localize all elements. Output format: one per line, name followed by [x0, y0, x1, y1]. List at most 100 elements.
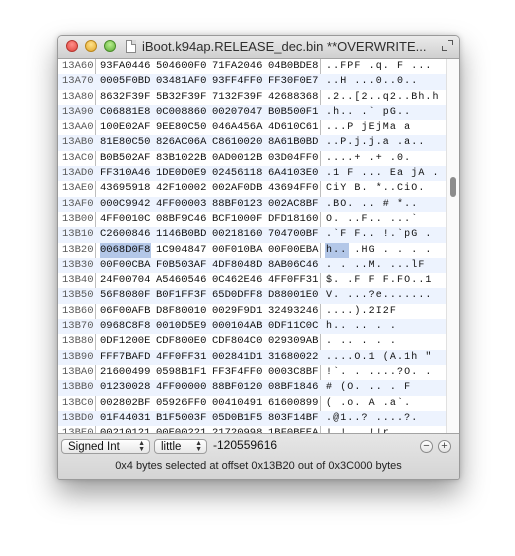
data-type-label: Signed Int [68, 441, 120, 453]
hex-byte-group: 31680022 [268, 350, 319, 363]
hex-row[interactable]: 13B30 00F00CBA F0B503AF 4DF8048D 8AB06C46 . .… [58, 257, 459, 274]
hex-row[interactable]: 13AA0 100E02AF 9EE80C50 046A456A 4D610C61...… [58, 120, 459, 135]
hex-row[interactable]: 13AC0 B0B502AF 83B1022B 0AD0012B 03D04FF0...… [58, 151, 459, 166]
remove-inspector-button[interactable]: − [420, 440, 433, 453]
row-offset: 13A70 [62, 75, 94, 88]
hex-byte-group: FF310A46 [100, 167, 151, 180]
row-offset: 13B90 [62, 350, 94, 363]
ascii-text: . . ..M. ...lF [326, 259, 426, 271]
hex-byte-group: FF3F4FF0 [212, 365, 263, 378]
hex-row[interactable]: 13BA0 21600499 0598B1F1 FF3F4FF0 0003C8BF !`.… [58, 365, 459, 380]
hex-byte-group: BCF1000F [212, 212, 263, 225]
hex-row[interactable]: 13BC0 002802BF 05926FF0 00410491 61600899 ( .… [58, 396, 459, 411]
close-window-button[interactable] [66, 40, 78, 52]
hex-row[interactable]: 13B00 4FF0010C 08BF9C46 BCF1000F DFD18160 O. … [58, 212, 459, 227]
hex-byte-group: 4FF00003 [156, 197, 207, 210]
row-offset: 13AD0 [62, 167, 94, 180]
ascii-text: ..FPF .q. F ... [326, 61, 433, 72]
endianness-popup[interactable]: little ▲ ▼ [154, 439, 207, 454]
hex-byte-group: 002841D1 [212, 350, 263, 363]
hex-byte-group: C8610020 [212, 136, 263, 149]
hex-byte-group: 8AB06C46 [268, 258, 319, 271]
row-offset: 13B10 [62, 228, 94, 241]
hex-row[interactable]: 13B90 FFF7BAFD 4FF0FF31 002841D1 31680022...… [58, 349, 459, 365]
hex-row[interactable]: 13AD0 FF310A46 1DE0D0E9 02456118 6A4103E0 .1 … [58, 166, 459, 182]
hex-row[interactable]: 13B10 C2600846 1146B0BD 00218160 704700BF .`F… [58, 227, 459, 243]
hex-byte-group: 03481AF0 [156, 75, 207, 88]
data-type-popup[interactable]: Signed Int ▲ ▼ [61, 439, 150, 454]
ascii-text: ..H ...0..0.. [326, 76, 419, 88]
ascii-text: CiY B. *..CiO. [326, 183, 426, 195]
hex-byte-group: 65D0DFF8 [212, 289, 263, 302]
hex-row[interactable]: 13AE0 43695918 42F10002 002AF0DB 43694FF0 CiY… [58, 181, 459, 196]
hex-byte-group: 0003C8BF [268, 365, 319, 378]
hex-byte-group: 00F00EBA [268, 243, 319, 256]
hex-byte-group: 029309AB [268, 335, 319, 348]
ascii-text: . .. . . . [326, 336, 398, 348]
hex-row[interactable]: 13B60 06F00AFB D8F80010 0029F9D1 32493246...… [58, 304, 459, 319]
hex-byte-group: 0DF11C0C [268, 320, 319, 333]
hex-row[interactable]: 13B20 0068D0F8 1C904847 00F010BA 00F00EBA h..… [58, 243, 459, 258]
row-offset: 13B60 [62, 304, 94, 317]
hex-row[interactable]: 13B70 0968C8F8 0010D5E9 000104AB 0DF11C0C h..… [58, 319, 459, 335]
hex-byte-group: 81E80C50 [100, 136, 151, 149]
hex-byte-group: 704700BF [268, 228, 319, 241]
selection-status: 0x4 bytes selected at offset 0x13B20 out… [115, 460, 402, 472]
hex-byte-group: 0005F0BD [100, 75, 151, 88]
hex-byte-group: 000C9942 [100, 197, 151, 210]
document-icon[interactable] [126, 40, 136, 53]
hex-row[interactable]: 13A80 8632F39F 5B32F39F 7132F39F 42688368 .2.… [58, 90, 459, 105]
zoom-window-button[interactable] [104, 40, 116, 52]
hex-row[interactable]: 13B40 24F00704 A5460546 0C462E46 4FF0FF31 $. … [58, 273, 459, 288]
ascii-text: V. ...?e....... [326, 290, 433, 302]
hex-byte-group: 046A456A [212, 121, 263, 134]
hex-view[interactable]: 13A60 93FA0446 504600F0 71FA2046 04B0BDE8 ..F… [58, 59, 459, 470]
hex-byte-group: 1146B0BD [156, 228, 207, 241]
minimize-window-button[interactable] [85, 40, 97, 52]
add-inspector-button[interactable]: + [438, 440, 451, 453]
hex-byte-group: 8632F39F [100, 90, 151, 103]
hex-row[interactable]: 13BD0 01F44031 B1F5003F 05D0B1F5 803F14BF .@1… [58, 410, 459, 427]
popup-arrows-icon: ▲ ▼ [195, 440, 202, 453]
row-offset: 13A60 [62, 60, 94, 72]
hex-row[interactable]: 13A70 0005F0BD 03481AF0 93FF4FF0 FF30F0E7 ..H… [58, 74, 459, 90]
hex-byte-group: 00410491 [212, 396, 263, 409]
hex-byte-group: 0010D5E9 [156, 320, 207, 333]
scrollbar-thumb[interactable] [450, 177, 456, 197]
row-offset: 13B20 [62, 243, 94, 256]
hex-row[interactable]: 13AF0 000C9942 4FF00003 88BF0123 002AC8BF .BO… [58, 196, 459, 212]
row-offset: 13BC0 [62, 396, 94, 409]
hex-byte-group: D88001E0 [268, 289, 319, 302]
hex-byte-group: 43695918 [100, 182, 151, 195]
hex-row[interactable]: 13B50 56F8080F B0F1FF3F 65D0DFF8 D88001E0 V. … [58, 288, 459, 304]
row-offset: 13AE0 [62, 182, 94, 195]
hex-byte-group: 0C008860 [156, 105, 207, 118]
hex-byte-group: 0AD0012B [212, 151, 263, 164]
fullscreen-arrows-icon[interactable] [442, 40, 453, 51]
hex-byte-group: 00F010BA [212, 243, 263, 256]
hex-row[interactable]: 13AB0 81E80C50 826AC06A C8610020 8A61B0BD ..P… [58, 135, 459, 151]
row-offset: 13BB0 [62, 381, 94, 394]
hex-byte-group: 56F8080F [100, 289, 151, 302]
hex-byte-group: 05926FF0 [156, 396, 207, 409]
hex-row[interactable]: 13BB0 01230028 4FF00000 88BF0120 08BF1846 # (… [58, 380, 459, 396]
hex-row[interactable]: 13A90 C06881E8 0C008860 00207047 B0B500F1 .h.… [58, 104, 459, 121]
hex-row[interactable]: 13A60 93FA0446 504600F0 71FA2046 04B0BDE8 ..F… [58, 59, 459, 74]
hex-byte-group: 71FA2046 [212, 60, 263, 72]
hex-byte-group: 002802BF [100, 396, 151, 409]
hex-byte-group: 01230028 [100, 381, 151, 394]
ascii-text: .`F F.. !.`pG . [326, 229, 433, 241]
hex-byte-group: F0B503AF [156, 258, 207, 271]
hex-byte-group: 93FA0446 [100, 60, 151, 72]
hex-byte-group: 7132F39F [212, 90, 263, 103]
hex-byte-group: C06881E8 [100, 105, 151, 118]
row-offset: 13AC0 [62, 151, 94, 164]
hex-byte-group: 803F14BF [268, 411, 319, 424]
hex-byte-group: 04B0BDE8 [268, 60, 319, 72]
vertical-scrollbar[interactable] [446, 59, 459, 433]
hex-row[interactable]: 13B80 0DF1200E CDF800E0 CDF804C0 029309AB . .… [58, 334, 459, 349]
hex-byte-group: 43694FF0 [268, 182, 319, 195]
hex-byte-group: 08BF1846 [268, 381, 319, 394]
row-offset: 13B80 [62, 335, 94, 348]
hex-byte-group: B0F1FF3F [156, 289, 207, 302]
